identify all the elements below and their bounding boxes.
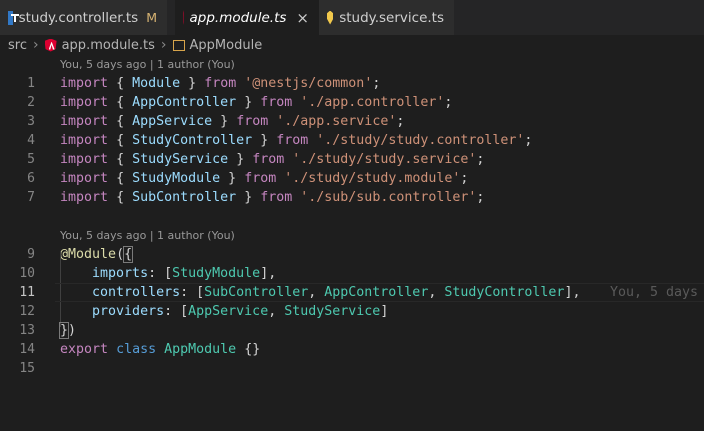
codelens-author[interactable]: You, 5 days ago | 1 author (You)	[60, 55, 235, 74]
tab-label: study.service.ts	[339, 9, 444, 26]
angular-file-icon	[44, 38, 57, 52]
tab-label: app.module.ts	[189, 9, 287, 26]
code-line: 4 import { StudyController } from './stu…	[0, 131, 704, 150]
code-line: 14 export class AppModule {}	[0, 340, 704, 359]
code-line: 7 import { SubController } from './sub/s…	[0, 188, 704, 207]
inline-blame: You, 5 days	[610, 285, 699, 300]
chevron-right-icon: ›	[160, 37, 167, 53]
code-text: export class AppModule {}	[60, 342, 261, 357]
code-line: 2 import { AppController } from './app.c…	[0, 93, 704, 112]
code-line: 3 import { AppService } from './app.serv…	[0, 112, 704, 131]
code-text: import { SubController } from './sub/sub…	[60, 190, 485, 205]
code-text: controllers: [SubController, AppControll…	[92, 285, 581, 300]
codelens-author[interactable]: You, 5 days ago | 1 author (You)	[60, 226, 235, 245]
line-number: 4	[27, 133, 35, 148]
angular-file-icon	[183, 10, 184, 25]
line-number: 1	[27, 76, 35, 91]
line-number: 10	[19, 266, 35, 281]
tab-bar: study.controller.ts M app.module.ts × st…	[0, 0, 704, 35]
line-number: 5	[27, 152, 35, 167]
code-text: providers: [AppService, StudyService]	[92, 304, 389, 319]
code-text: import { Module } from '@nestjs/common';	[60, 76, 381, 91]
code-line: 5 import { StudyService } from './study/…	[0, 150, 704, 169]
line-number: 3	[27, 114, 35, 129]
line-number: 2	[27, 95, 35, 110]
code-text: import { StudyController } from './study…	[60, 133, 533, 148]
code-text: @Module({	[60, 246, 134, 263]
tab-study-controller[interactable]: study.controller.ts M	[0, 0, 167, 35]
line-number: 12	[19, 304, 35, 319]
code-text: imports: [StudyModule],	[92, 266, 277, 281]
typescript-file-icon	[8, 10, 19, 25]
breadcrumb-file[interactable]: app.module.ts	[62, 38, 155, 53]
code-text: import { StudyModule } from './study/stu…	[60, 171, 469, 186]
code-line: 9 @Module({	[0, 245, 704, 264]
code-line: 10 imports: [StudyModule],	[0, 264, 704, 283]
bracket-match: {	[123, 246, 134, 263]
breadcrumb-folder[interactable]: src	[8, 38, 27, 53]
line-number: 11	[19, 285, 35, 300]
code-line: 1 import { Module } from '@nestjs/common…	[0, 74, 704, 93]
code-line: 15	[0, 359, 704, 378]
class-symbol-icon	[172, 39, 185, 51]
code-text: import { AppService } from './app.servic…	[60, 114, 405, 129]
chevron-right-icon: ›	[32, 37, 39, 53]
code-text: import { StudyService } from './study/st…	[60, 152, 485, 167]
line-number: 9	[27, 247, 35, 262]
line-number: 14	[19, 342, 35, 357]
code-line: 12 providers: [AppService, StudyService]	[0, 302, 704, 321]
tab-app-module[interactable]: app.module.ts ×	[175, 0, 319, 35]
angular-service-icon	[327, 10, 334, 25]
modified-indicator: M	[146, 10, 157, 25]
line-number: 6	[27, 171, 35, 186]
line-number: 13	[19, 323, 35, 338]
bracket-match: }	[58, 322, 70, 339]
code-line: 6 import { StudyModule } from './study/s…	[0, 169, 704, 188]
line-number: 7	[27, 190, 35, 205]
tab-study-service[interactable]: study.service.ts	[319, 0, 454, 35]
code-text: import { AppController } from './app.con…	[60, 95, 453, 110]
line-number: 15	[19, 361, 35, 376]
breadcrumb-symbol[interactable]: AppModule	[190, 38, 263, 53]
code-text: })	[58, 322, 77, 339]
close-icon[interactable]: ×	[296, 9, 309, 27]
breadcrumb: src › app.module.ts › AppModule	[0, 35, 704, 55]
code-editor[interactable]: You, 5 days ago | 1 author (You) 1 impor…	[0, 55, 704, 431]
code-line: 13 })	[0, 321, 704, 340]
code-line-current: 11 controllers: [SubController, AppContr…	[0, 283, 704, 302]
tab-label: study.controller.ts	[18, 9, 139, 26]
